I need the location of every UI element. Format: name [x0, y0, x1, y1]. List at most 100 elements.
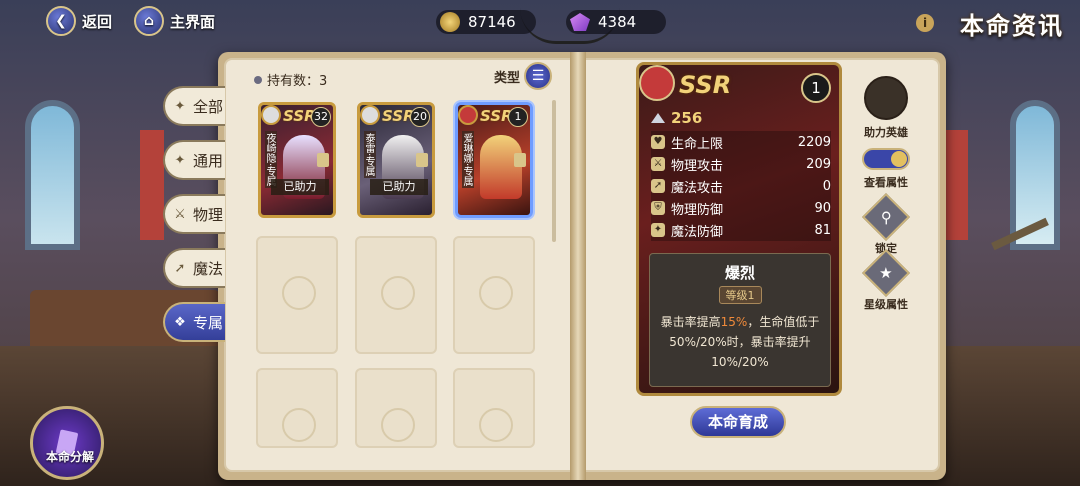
tab-magic[interactable]: ➚ 魔法 [163, 248, 225, 288]
star-attributes-button[interactable]: ★ 星级属性 [860, 248, 912, 312]
tab-all[interactable]: ✦ 全部 [163, 86, 225, 126]
hero-avatar [360, 105, 380, 125]
gem-icon [570, 13, 590, 31]
selected-card-detail: SSR 1 256 ♥ 生命上限 2209 ⚔ 物理攻击 209 ➚ 魔法攻击 … [636, 62, 842, 396]
home-button[interactable]: ⌂ 主界面 [134, 6, 215, 36]
stat-row: ♥ 生命上限 2209 [651, 131, 831, 153]
empty-card-slot [256, 236, 338, 354]
heart-icon: ♥ [651, 135, 665, 149]
star-icon: ✦ [174, 152, 186, 168]
empty-card-slot [256, 368, 338, 448]
crest-icon: ❖ [174, 314, 186, 330]
rarity-badge: SSR [679, 71, 732, 99]
decompose-button[interactable]: 本命分解 [30, 406, 104, 480]
stat-value: 81 [814, 222, 831, 238]
back-label: 返回 [82, 12, 113, 31]
lock-icon [416, 153, 428, 167]
stat-label: 魔法攻击 [671, 180, 724, 196]
sword-icon: ⚔ [174, 206, 186, 222]
gold-amount: 87146 [468, 13, 516, 31]
magic-shield-icon: ✦ [651, 223, 665, 237]
hero-avatar [261, 105, 281, 125]
empty-card-slot [355, 368, 437, 448]
stat-value: 2209 [797, 134, 831, 150]
card-art [480, 135, 522, 199]
stat-row: ⛨ 物理防御 90 [651, 197, 831, 219]
empty-card-slot [453, 236, 535, 354]
tab-label: 魔法 [193, 259, 224, 278]
list-filter-icon: ☰ [524, 62, 553, 90]
tab-exclusive[interactable]: ❖ 专属 [163, 302, 225, 342]
card-name: 泰雷·专属 [363, 131, 376, 179]
sword-icon: ⚔ [651, 157, 665, 171]
gold-display: 87146 [436, 10, 536, 34]
power-icon [651, 113, 665, 123]
back-arrow-icon: ❮ [46, 6, 76, 36]
assist-hero-label: 助力英雄 [864, 126, 908, 139]
lock-icon: ⚲ [880, 208, 892, 226]
star-attributes-label: 星级属性 [864, 298, 908, 311]
stat-label: 魔法防御 [671, 224, 724, 240]
empty-card-slot [355, 236, 437, 354]
empty-card-slot [453, 368, 535, 448]
skill-panel: 爆烈 等级1 暴击率提高15%，生命值低于50%/20%时，暴击率提升10%/2… [649, 253, 831, 387]
tab-label: 通用 [193, 151, 224, 170]
assisted-badge: 已助力 [271, 179, 329, 195]
card-list-scrollbar[interactable] [552, 100, 556, 242]
card-ailinna[interactable]: SSR 1 爱琳娜·专属 [455, 102, 533, 218]
tab-label: 物理 [193, 205, 224, 224]
skill-title: 爆烈 [724, 264, 755, 282]
type-filter-label: 类型 [494, 70, 521, 86]
stat-label: 物理攻击 [671, 158, 724, 174]
shield-icon: ⛨ [651, 201, 665, 215]
page-title: 本命资讯 [960, 12, 1064, 40]
cultivate-button[interactable]: 本命育成 [690, 406, 786, 438]
skill-desc-highlight: 15% [720, 315, 748, 329]
type-filter-button[interactable]: 类型 ☰ [494, 62, 553, 90]
star-diamond: ★ [861, 248, 911, 298]
stat-row: ➚ 魔法攻击 0 [651, 175, 831, 197]
home-icon: ⌂ [134, 6, 164, 36]
toggle-switch [862, 148, 910, 170]
background-banner [944, 130, 968, 240]
stat-label: 物理防御 [671, 202, 724, 218]
gem-display: 4384 [566, 10, 666, 34]
power-number: 256 [671, 109, 703, 127]
home-label: 主界面 [170, 12, 216, 31]
back-button[interactable]: ❮ 返回 [46, 6, 112, 36]
gold-coin-icon [440, 12, 460, 32]
stat-label: 生命上限 [671, 136, 724, 152]
assist-hero-button[interactable]: 助力英雄 [860, 76, 912, 140]
card-tailei[interactable]: SSR 20 泰雷·专属 已助力 [357, 102, 435, 218]
owned-count-label: 持有数：3 [267, 74, 328, 89]
lock-button[interactable]: ⚲ 锁定 [860, 192, 912, 256]
gem-amount: 4384 [598, 13, 637, 31]
card-yesaki[interactable]: SSR 32 夜崎隐·专属 已助力 [258, 102, 336, 218]
tab-label: 全部 [193, 97, 224, 116]
card-level: 1 [801, 73, 831, 103]
hero-avatar [639, 65, 675, 101]
tab-general[interactable]: ✦ 通用 [163, 140, 225, 180]
skill-level-badge: 等级1 [718, 286, 762, 304]
stat-row: ✦ 魔法防御 81 [651, 219, 831, 241]
tab-physical[interactable]: ⚔ 物理 [163, 194, 225, 234]
book-spine [570, 52, 586, 480]
stat-value: 90 [814, 200, 831, 216]
view-attributes-label: 查看属性 [864, 176, 908, 189]
star-icon: ★ [879, 263, 893, 282]
card-name: 爱琳娜·专属 [461, 131, 474, 189]
stat-row: ⚔ 物理攻击 209 [651, 153, 831, 175]
wand-icon: ➚ [174, 260, 186, 276]
skill-desc-text: 暴击率提高 [660, 315, 721, 329]
wand-icon: ➚ [651, 179, 665, 193]
star-icon: ✦ [174, 98, 186, 114]
card-level: 1 [508, 107, 528, 127]
tab-label: 专属 [193, 313, 224, 332]
stat-list: ♥ 生命上限 2209 ⚔ 物理攻击 209 ➚ 魔法攻击 0 ⛨ 物理防御 9… [651, 131, 831, 241]
info-icon[interactable]: i [916, 14, 934, 32]
skill-description: 暴击率提高15%，生命值低于50%/20%时，暴击率提升10%/20% [660, 312, 820, 372]
toggle-knob [891, 151, 907, 167]
stat-value: 209 [806, 156, 831, 172]
view-attributes-toggle[interactable]: 查看属性 [860, 148, 912, 190]
bullet-icon [254, 75, 262, 84]
